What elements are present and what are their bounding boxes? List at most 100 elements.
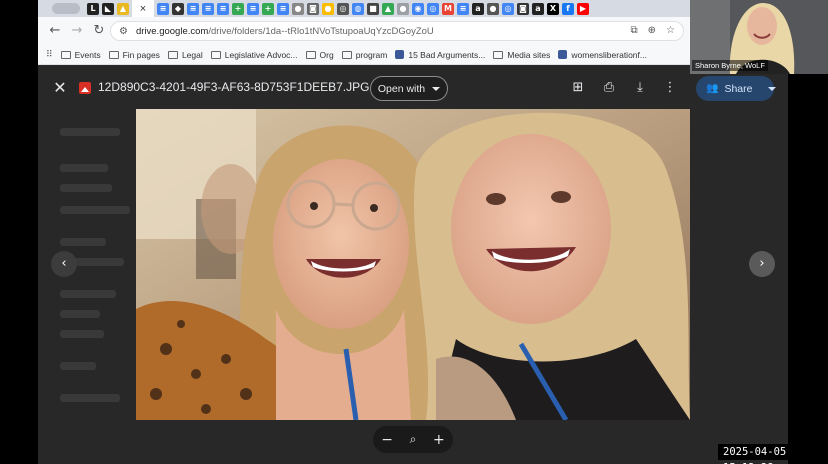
- bookmark-label: Events: [74, 49, 101, 60]
- open-with-button[interactable]: Open with: [370, 76, 448, 101]
- file-name: 12D890C3-4201-49F3-AF63-8D753F1DEEB7.JPG: [98, 80, 370, 94]
- tab-favicon-icon[interactable]: a: [532, 2, 544, 15]
- tab-favicon-icon[interactable]: ≡: [277, 2, 289, 15]
- tab-favicon-icon[interactable]: ●: [292, 2, 304, 15]
- tab-favicon-icon[interactable]: ◎: [427, 2, 439, 15]
- webcam-thumbnail: Sharon Byrne, WoLF: [690, 0, 828, 74]
- back-icon[interactable]: ←: [44, 20, 66, 42]
- tab-favicon-icon[interactable]: ≡: [457, 2, 469, 15]
- folder-icon: [108, 50, 119, 59]
- download-icon[interactable]: ⤓: [630, 78, 650, 98]
- recording-timestamp: 2025-04-05 15:13:38: [718, 444, 828, 464]
- preview-image: [136, 109, 690, 420]
- image-file-icon: [79, 82, 91, 94]
- bookmark-item[interactable]: 15 Bad Arguments...: [395, 50, 485, 60]
- bookmark-label: Media sites: [507, 49, 551, 60]
- tab-favicon-icon[interactable]: ◣: [102, 2, 114, 15]
- close-icon[interactable]: ✕: [50, 78, 70, 98]
- folder-icon: [341, 50, 352, 59]
- tab-favicon-icon[interactable]: ■: [367, 2, 379, 15]
- share-label: Share: [724, 82, 753, 95]
- people-icon: 👥: [706, 83, 719, 94]
- tab-favicon-icon[interactable]: f: [562, 2, 574, 15]
- url-host: drive.google.com: [135, 25, 209, 37]
- install-app-icon[interactable]: ⧉: [631, 25, 638, 36]
- active-tab-close-icon[interactable]: ×: [132, 0, 154, 17]
- share-options-chevron-icon[interactable]: [768, 86, 777, 91]
- forward-icon[interactable]: →: [66, 20, 88, 42]
- tab-favicon-icon[interactable]: ▲: [117, 2, 129, 15]
- bookmark-item[interactable]: womensliberationf...: [558, 50, 647, 60]
- zoom-in-icon[interactable]: +: [433, 432, 445, 448]
- address-toolbar: ← → ↻ ⚙ drive.google.com/drive/folders/1…: [38, 17, 788, 45]
- previous-file-icon[interactable]: ‹: [51, 251, 77, 277]
- tab-favicon-icon[interactable]: a: [472, 2, 484, 15]
- tab-favicon-icon[interactable]: ≡: [217, 2, 229, 15]
- tab-favicon-icon[interactable]: ●: [487, 2, 499, 15]
- bookmark-label: Org: [319, 49, 334, 60]
- tab-favicon-icon[interactable]: ◎: [337, 2, 349, 15]
- site-settings-icon[interactable]: ⚙: [119, 26, 128, 37]
- bookmark-label: program: [355, 49, 388, 60]
- add-shortcut-icon[interactable]: ⊞: [568, 78, 588, 98]
- file-preview-overlay: ✕ 12D890C3-4201-49F3-AF63-8D753F1DEEB7.J…: [38, 66, 788, 464]
- bookmark-item[interactable]: Legal: [167, 50, 203, 60]
- share-button[interactable]: 👥 Share: [696, 76, 777, 101]
- tab-favicon-icon[interactable]: ◎: [502, 2, 514, 15]
- tab-favicon-icon[interactable]: M: [442, 2, 454, 15]
- tab-favicon-icon[interactable]: ▶: [577, 2, 589, 15]
- zoom-controls: − ⌕ +: [373, 426, 453, 453]
- folder-icon: [210, 50, 221, 59]
- participant-name: Sharon Byrne, WoLF: [692, 60, 768, 71]
- bookmark-label: 15 Bad Arguments...: [408, 49, 486, 60]
- tab-favicon-icon[interactable]: X: [547, 2, 559, 15]
- tab-favicon-icon[interactable]: L: [87, 2, 99, 15]
- folder-icon: [305, 50, 316, 59]
- selfie-photo: [136, 109, 690, 420]
- folder-icon: [60, 50, 71, 59]
- next-file-icon[interactable]: ›: [749, 251, 775, 277]
- bookmark-favicon-icon: [558, 50, 568, 59]
- browser-window: L ◣ ▲ × ≡ ◆ ≡ ≡ ≡ + ≡ + ≡ ● ◙ ● ◎ ◍ ■ ▲ ● ◉ ◎ M ≡ a ● ◎ ◙ a Xf ▶ ← → ↻ …: [38, 0, 788, 464]
- reload-icon[interactable]: ↻: [88, 20, 110, 42]
- apps-grid-icon[interactable]: ⠿: [46, 50, 53, 60]
- tab-favicon-icon[interactable]: ◙: [517, 2, 529, 15]
- tab-favicon-icon[interactable]: ≡: [202, 2, 214, 15]
- zoom-icon[interactable]: ⊕: [648, 25, 656, 36]
- tab-favicon-icon[interactable]: ≡: [187, 2, 199, 15]
- bookmark-star-icon[interactable]: ☆: [666, 25, 675, 36]
- tab-list: L ◣ ▲ × ≡ ◆ ≡ ≡ ≡ + ≡ + ≡ ● ◙ ● ◎ ◍ ■ ▲ ● ◉ ◎ M ≡ a ● ◎ ◙ a Xf ▶: [87, 0, 589, 17]
- tab-favicon-icon[interactable]: ◙: [307, 2, 319, 15]
- more-options-icon[interactable]: ⋮: [660, 78, 680, 98]
- tab-favicon-icon[interactable]: ◆: [172, 2, 184, 15]
- zoom-out-icon[interactable]: −: [381, 432, 393, 448]
- bookmark-favicon-icon: [395, 50, 405, 59]
- tab-favicon-icon[interactable]: +: [262, 2, 274, 15]
- bookmark-label: womensliberationf...: [571, 49, 647, 60]
- tab-favicon-icon[interactable]: ▲: [382, 2, 394, 15]
- zoom-magnifier-icon[interactable]: ⌕: [410, 432, 417, 447]
- url-bar[interactable]: ⚙ drive.google.com/drive/folders/1da--tR…: [110, 21, 684, 41]
- folder-icon: [167, 50, 178, 59]
- tab-favicon-icon[interactable]: ≡: [247, 2, 259, 15]
- tab-favicon-icon[interactable]: ≡: [157, 2, 169, 15]
- open-with-label: Open with: [377, 82, 426, 95]
- bookmark-item[interactable]: Media sites: [493, 50, 550, 60]
- bookmark-item[interactable]: Legislative Advoc...: [210, 49, 298, 60]
- tab-favicon-icon[interactable]: +: [232, 2, 244, 15]
- bookmark-item[interactable]: program: [341, 49, 388, 60]
- bookmark-label: Fin pages: [122, 49, 160, 60]
- folder-icon: [493, 50, 504, 59]
- bookmark-item[interactable]: Events: [60, 49, 101, 60]
- tab-favicon-icon[interactable]: ●: [322, 2, 334, 15]
- tab-favicon-icon[interactable]: ●: [397, 2, 409, 15]
- tab-favicon-icon[interactable]: ◍: [352, 2, 364, 15]
- url-path: /drive/folders/1da--tRlo1tNVoTstupoaUqYz…: [208, 25, 434, 37]
- tab-strip: L ◣ ▲ × ≡ ◆ ≡ ≡ ≡ + ≡ + ≡ ● ◙ ● ◎ ◍ ■ ▲ ● ◉ ◎ M ≡ a ● ◎ ◙ a Xf ▶: [38, 0, 788, 17]
- bookmark-item[interactable]: Org: [305, 49, 334, 60]
- window-controls[interactable]: [52, 3, 80, 14]
- bookmark-label: Legislative Advoc...: [224, 49, 298, 60]
- tab-favicon-icon[interactable]: ◉: [412, 2, 424, 15]
- bookmark-item[interactable]: Fin pages: [108, 49, 160, 60]
- print-icon[interactable]: ⎙: [599, 78, 619, 98]
